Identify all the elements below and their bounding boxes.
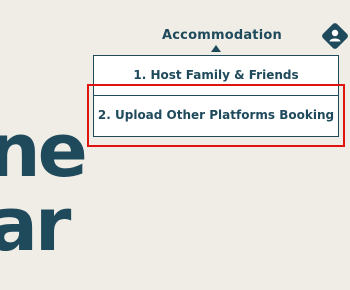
caret-up-icon bbox=[211, 45, 221, 52]
user-diamond-icon[interactable] bbox=[319, 20, 350, 52]
page: Accommodation ne ar 1. Host Family & Fri… bbox=[0, 0, 350, 290]
hero-title-line-1: ne bbox=[0, 108, 88, 194]
accommodation-dropdown-menu: 1. Host Family & Friends 2. Upload Other… bbox=[93, 55, 339, 137]
nav-item-accommodation[interactable]: Accommodation bbox=[162, 28, 282, 43]
hero-title-line-2: ar bbox=[0, 182, 71, 268]
menu-item-upload-other-platforms-booking-container[interactable]: 2. Upload Other Platforms Booking bbox=[94, 95, 338, 136]
menu-item-upload-other-platforms-booking[interactable]: 2. Upload Other Platforms Booking bbox=[94, 108, 338, 122]
menu-item-host-family-friends[interactable]: 1. Host Family & Friends bbox=[94, 68, 338, 82]
